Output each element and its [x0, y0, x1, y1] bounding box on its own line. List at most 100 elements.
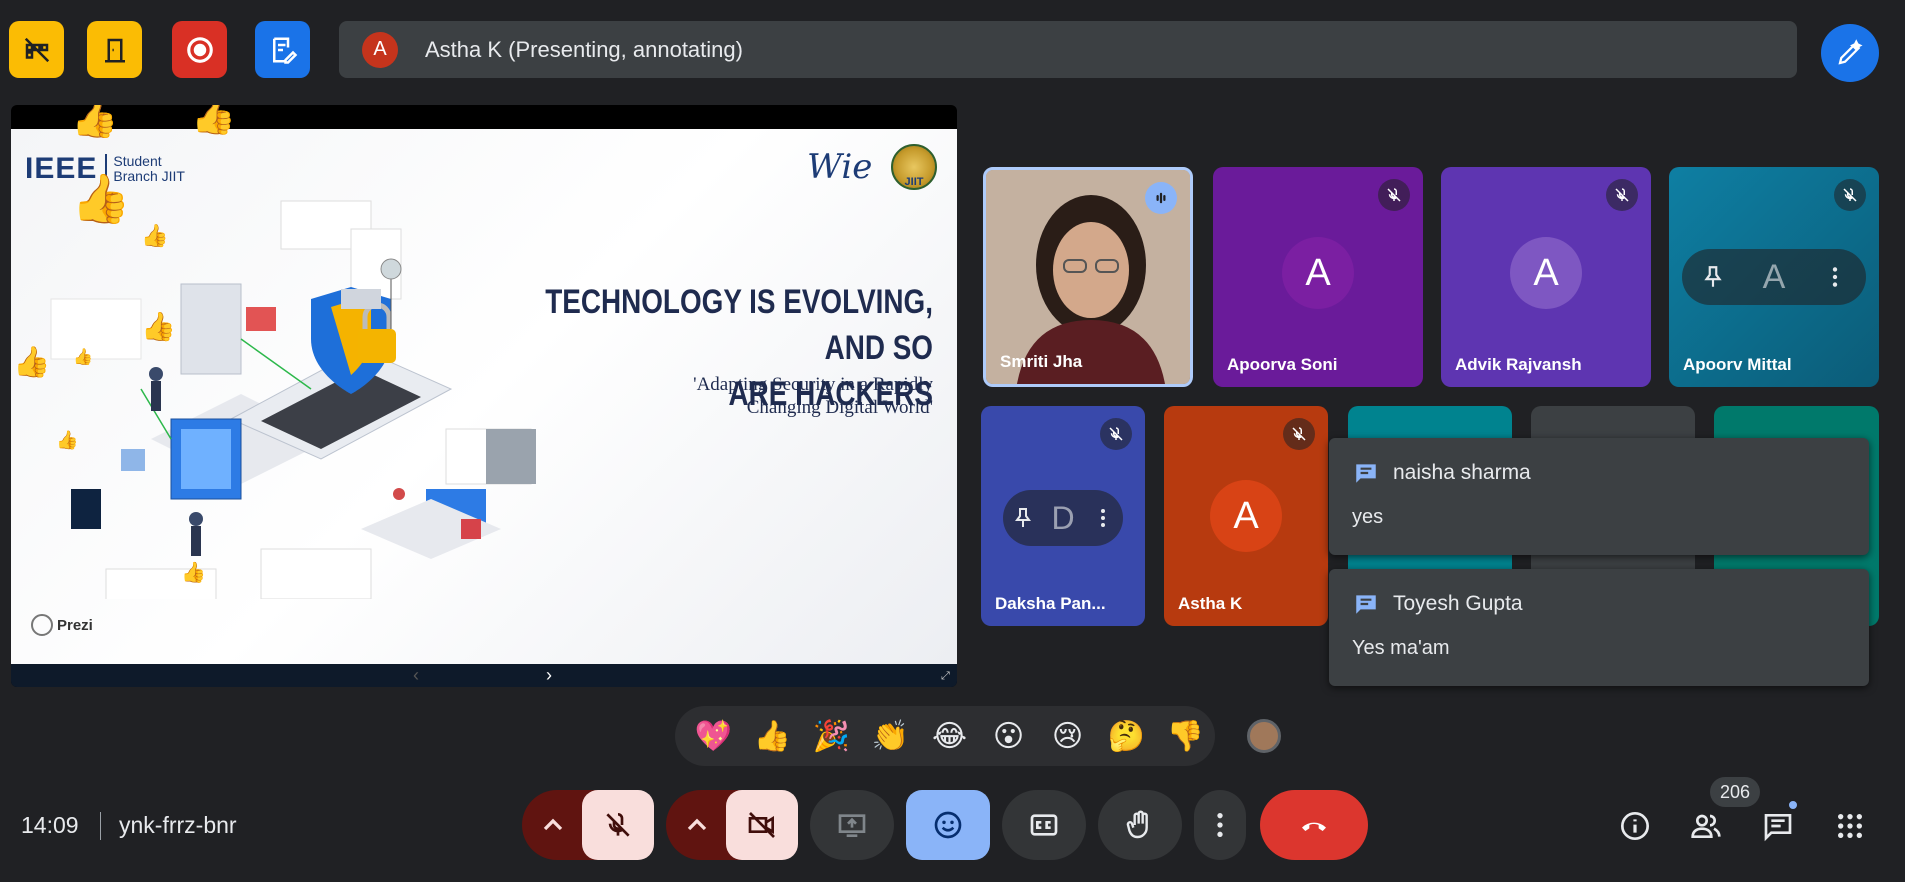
prezi-label: Prezi — [57, 616, 93, 634]
tile-hover-controls: A — [1682, 249, 1866, 305]
raise-hand-button[interactable] — [1098, 790, 1182, 860]
participant-avatar: A — [1510, 237, 1582, 309]
more-options-icon[interactable] — [1822, 264, 1848, 290]
chat-notification-header: Toyesh Gupta — [1353, 591, 1523, 617]
prezi-icon — [31, 614, 53, 636]
emoji-icon — [934, 811, 962, 839]
chat-notification[interactable]: naisha sharma yes — [1329, 438, 1869, 555]
floating-thumbs-up-icon: 👍 — [141, 311, 176, 342]
participant-name: Apoorv Mittal — [1683, 355, 1792, 374]
camera-options-button[interactable] — [666, 790, 728, 860]
chat-notification-header: naisha sharma — [1353, 460, 1531, 486]
jiit-emblem: JIIT — [891, 144, 937, 190]
floating-thumbs-up-icon: 👍 — [141, 223, 169, 248]
participant-avatar: D — [1051, 499, 1075, 536]
hide-tiles-icon — [24, 37, 49, 62]
reaction-thumbs-down[interactable]: 👎 — [1156, 719, 1215, 754]
people-button[interactable] — [1686, 806, 1726, 846]
mic-options-button[interactable] — [522, 790, 584, 860]
emoji-reactions-button[interactable] — [906, 790, 990, 860]
door-icon — [104, 38, 125, 62]
tile-hover-controls: D — [1003, 490, 1123, 546]
presenter-avatar: A — [362, 31, 398, 68]
notes-icon — [272, 37, 297, 64]
mic-off-icon — [1834, 179, 1866, 211]
slide-canvas: IEEE Student Branch JIIT Wie JIIT TECHNO… — [11, 129, 957, 664]
reaction-thinking[interactable]: 🤔 — [1097, 719, 1156, 754]
reaction-thumbs-up[interactable]: 👍 — [743, 719, 802, 754]
presentation-screen[interactable]: IEEE Student Branch JIIT Wie JIIT TECHNO… — [11, 105, 957, 687]
notes-button[interactable] — [255, 21, 310, 78]
prezi-logo: Prezi — [31, 614, 93, 636]
floating-thumbs-up-icon: 👍 — [73, 349, 93, 366]
annotate-button[interactable] — [1821, 24, 1879, 82]
skin-tone-picker[interactable] — [1247, 719, 1281, 753]
next-slide-button[interactable]: › — [546, 665, 552, 686]
floating-thumbs-up-icon: 👍 — [71, 105, 119, 140]
meeting-code[interactable]: ynk-frrz-bnr — [119, 812, 237, 839]
activities-button[interactable] — [1830, 806, 1870, 846]
chat-icon — [1764, 814, 1792, 842]
participant-tile-astha[interactable]: A Astha K — [1164, 406, 1328, 626]
participant-tile-daksha[interactable]: D Daksha Pan... — [981, 406, 1145, 626]
chat-icon — [1356, 464, 1376, 483]
wie-logo: Wie — [807, 147, 873, 187]
participant-name: Apoorva Soni — [1227, 355, 1338, 374]
reaction-surprised[interactable]: 😮 — [979, 719, 1038, 754]
chevron-up-icon — [687, 818, 707, 831]
floating-thumbs-up-icon: 👍 — [56, 430, 79, 450]
participant-tile-apoorv[interactable]: A Apoorv Mittal — [1669, 167, 1879, 387]
floating-thumbs-up-icon: 👍 — [191, 105, 236, 136]
recording-button[interactable] — [172, 21, 227, 78]
breakout-rooms-button[interactable] — [87, 21, 142, 78]
pin-icon[interactable] — [1011, 506, 1035, 530]
mic-controls — [522, 790, 654, 860]
participant-avatar: A — [1762, 257, 1786, 296]
reaction-laughing[interactable]: 😂 — [920, 719, 979, 754]
chat-panel-button[interactable] — [1758, 806, 1798, 846]
present-screen-button[interactable] — [810, 790, 894, 860]
floating-thumbs-up-icon: 👍 — [71, 173, 131, 226]
participant-name: Astha K — [1178, 594, 1243, 613]
unread-dot — [1787, 799, 1799, 811]
divider — [100, 812, 101, 840]
participant-avatar: A — [1282, 237, 1354, 309]
floating-thumbs-up-icon: 👍 — [181, 562, 206, 584]
camera-toggle-button[interactable] — [726, 790, 798, 860]
meeting-details-button[interactable] — [1615, 806, 1655, 846]
info-icon — [1621, 812, 1649, 840]
slide-subtitle-line-2: Changing Digital World' — [746, 397, 933, 418]
chevron-up-icon — [543, 818, 563, 831]
raise-hand-icon — [1126, 810, 1148, 839]
present-screen-icon — [838, 814, 866, 837]
camera-controls — [666, 790, 798, 860]
reaction-crying[interactable]: 😢 — [1038, 719, 1097, 754]
participant-tile-smriti[interactable]: Smriti Jha — [983, 167, 1193, 387]
participant-name: Smriti Jha — [1000, 352, 1083, 371]
mic-off-icon — [606, 813, 630, 837]
mic-toggle-button[interactable] — [582, 790, 654, 860]
mic-off-icon — [1100, 418, 1132, 450]
hide-tiles-button[interactable] — [9, 21, 64, 78]
captions-button[interactable] — [1002, 790, 1086, 860]
chat-notification[interactable]: Toyesh Gupta Yes ma'am — [1329, 569, 1869, 686]
participant-tile-apoorva[interactable]: A Apoorva Soni — [1213, 167, 1423, 387]
apps-grid-icon — [1838, 814, 1862, 838]
pin-icon[interactable] — [1700, 264, 1726, 290]
more-options-icon[interactable] — [1091, 506, 1115, 530]
branch-line-1: Student — [113, 153, 162, 169]
record-icon — [186, 36, 213, 63]
reaction-party-popper[interactable]: 🎉 — [802, 719, 861, 754]
leave-call-button[interactable] — [1260, 790, 1368, 860]
reaction-sparkling-heart[interactable]: 💖 — [684, 719, 743, 754]
people-count-badge: 206 — [1710, 777, 1760, 807]
prev-slide-button[interactable]: ‹ — [413, 665, 419, 686]
more-options-button[interactable] — [1194, 790, 1246, 860]
chat-message: Yes ma'am — [1352, 637, 1450, 659]
captions-icon — [1030, 814, 1058, 836]
participant-tile-advik[interactable]: A Advik Rajvansh — [1441, 167, 1651, 387]
mic-off-icon — [1283, 418, 1315, 450]
meeting-clock: 14:09 — [21, 812, 79, 838]
reaction-clapping[interactable]: 👏 — [861, 719, 920, 754]
expand-icon[interactable]: ⤢ — [941, 670, 950, 683]
